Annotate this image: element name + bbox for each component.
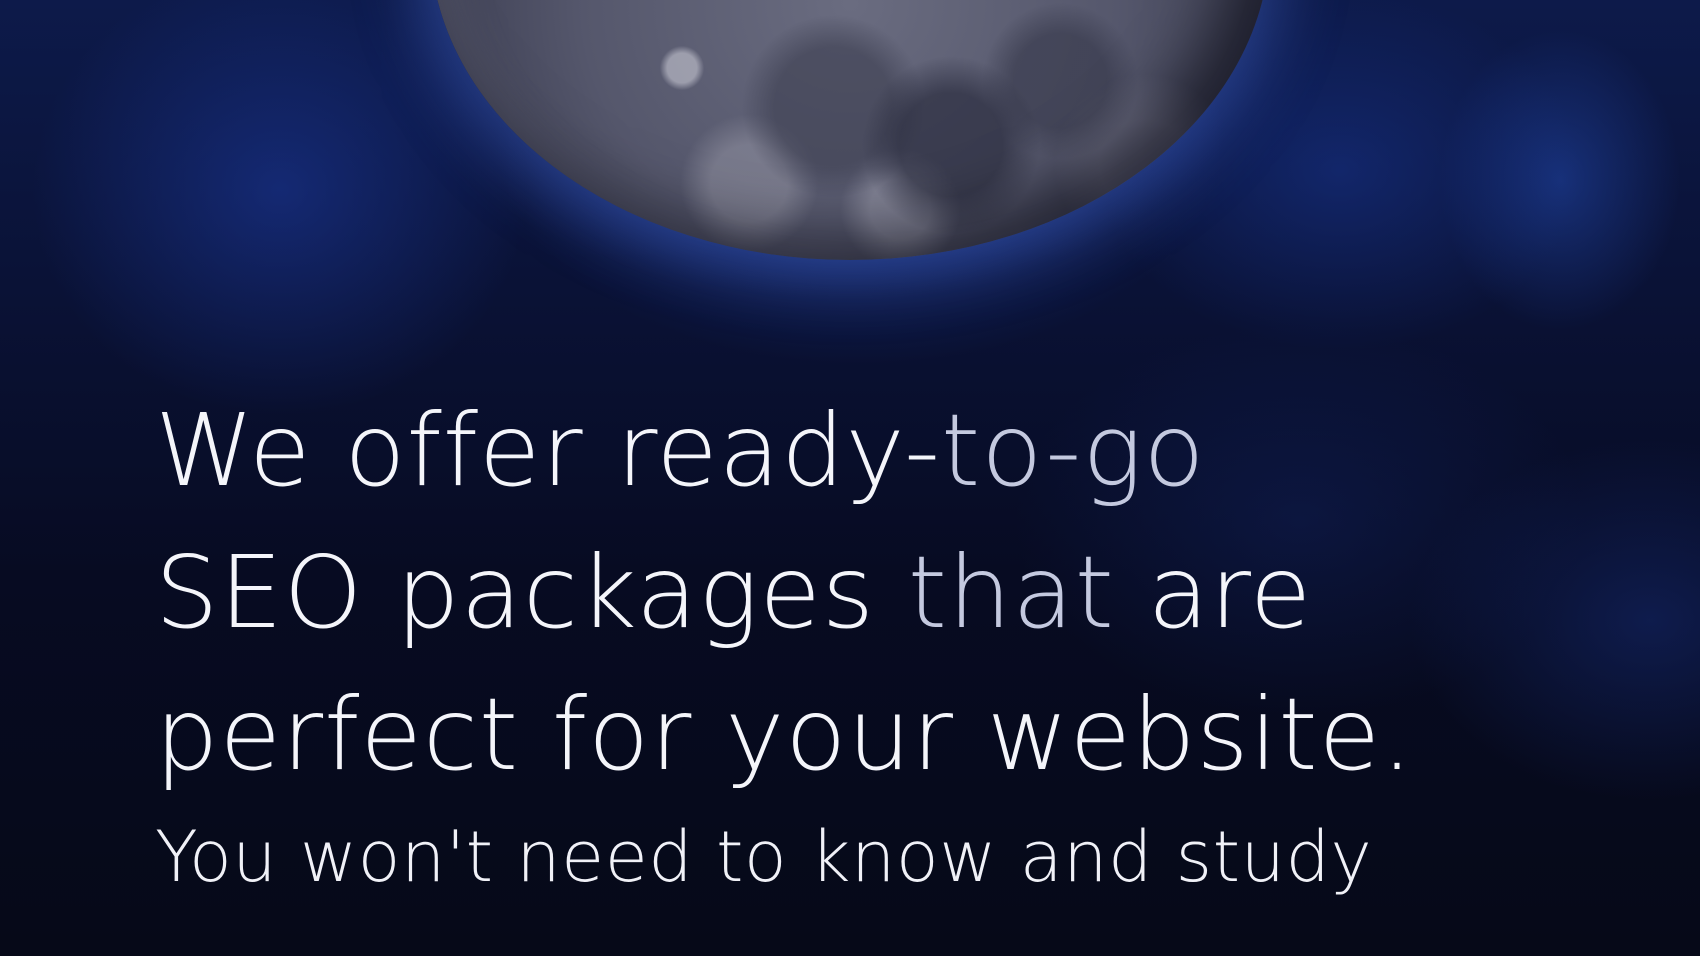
headline-line-2-bright: SEO packages (155, 534, 908, 651)
headline-line-3: perfect for your website. (155, 664, 1635, 806)
headline-line-3-bright: perfect for your website. (155, 676, 1414, 793)
headline-line-1-bright: We offer ready- (155, 392, 942, 509)
headline-line-2-bright-2: are (1114, 534, 1313, 651)
headline-line-2: SEO packages that are (155, 522, 1635, 664)
headline-line-1: We offer ready-to-go (155, 380, 1635, 522)
headline-line-1-dim: to-go (941, 392, 1206, 509)
hero-content: We offer ready-to-go SEO packages that a… (155, 380, 1635, 902)
headline-line-2-dim: that (907, 534, 1115, 651)
hero-headline: We offer ready-to-go SEO packages that a… (155, 380, 1635, 806)
hero-subline: You won't need to know and study (155, 816, 1373, 898)
